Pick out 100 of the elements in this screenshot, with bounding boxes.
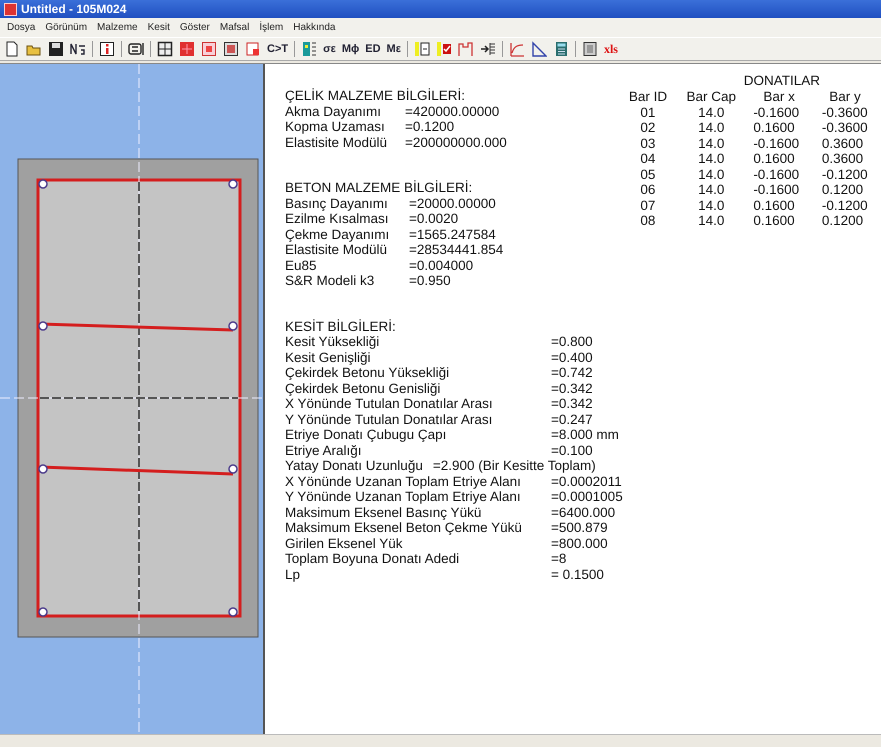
property-label: Girilen Eksenel Yük xyxy=(285,536,404,551)
menu-item[interactable]: Kesit xyxy=(142,20,175,35)
table-cell-text: 14.0 xyxy=(697,136,726,151)
menu-item[interactable]: Göster xyxy=(174,20,215,35)
property-value: =1565.247584 xyxy=(409,226,496,242)
table-cell-text: 03 xyxy=(639,136,656,151)
arrowlist-icon[interactable] xyxy=(480,41,496,57)
toolbar-button[interactable]: ED xyxy=(365,43,381,55)
section-heading: BETON MALZEME BİLGİLERİ: xyxy=(285,180,474,196)
bars-icon[interactable] xyxy=(301,41,318,57)
property-value: =0.100 xyxy=(551,442,593,458)
menu-item[interactable]: Malzeme xyxy=(92,20,143,35)
panel-icon[interactable] xyxy=(582,41,598,57)
menu-item[interactable]: Görünüm xyxy=(40,20,92,35)
property-value: =800.000 xyxy=(551,536,608,551)
table-title: DONATILAR xyxy=(742,73,821,89)
triangle-icon[interactable] xyxy=(530,41,547,57)
menu-item[interactable]: Mafsal xyxy=(214,20,254,35)
new-icon[interactable] xyxy=(4,41,20,57)
property-value: =0.400 xyxy=(551,350,593,365)
property-value: =0.004000 xyxy=(409,258,474,273)
table-cell-text: 08 xyxy=(639,213,656,228)
property-value: =420000.00000 xyxy=(405,104,500,119)
table-cell-text: 14.0 xyxy=(697,166,726,182)
property-label: S&R Modeli k3 xyxy=(285,273,376,288)
toolbar-button[interactable]: σε xyxy=(323,43,336,55)
property-value: =8 xyxy=(551,551,566,566)
menu-item[interactable]: İşlem xyxy=(254,20,288,35)
table-cell-text: -0.1200 xyxy=(820,198,869,213)
redgrid-icon[interactable] xyxy=(179,41,195,57)
property-value: =8.000 mm xyxy=(551,427,619,442)
property-label: Etriye Donatı Çubugu Çapı xyxy=(285,427,448,442)
property-value: =0.342 xyxy=(551,396,593,412)
table-cell-text: 14.0 xyxy=(697,198,726,213)
property-label: Etriye Aralığı xyxy=(285,442,363,458)
excel-export-button[interactable]: xls xyxy=(604,42,618,56)
menu-item[interactable]: Hakkında xyxy=(288,20,340,35)
property-value: =0.950 xyxy=(409,273,451,288)
yellowcheck-icon[interactable] xyxy=(436,41,452,57)
property-value: =28534441.854 xyxy=(409,242,504,258)
table-cell-text: -0.1600 xyxy=(752,182,800,198)
table-cell-text: 04 xyxy=(639,151,656,166)
menu-item[interactable]: Dosya xyxy=(2,20,40,35)
grid-icon[interactable] xyxy=(157,41,173,57)
toolbar-button[interactable]: C>T xyxy=(267,43,288,55)
table-cell-text: -0.1600 xyxy=(752,104,800,120)
window-title: Untitled - 105M024 xyxy=(21,2,126,16)
property-value: =0.247 xyxy=(551,412,593,427)
table-cell-text: 14.0 xyxy=(697,151,726,166)
property-label: Lp xyxy=(285,566,302,582)
table-cell-text: 0.1600 xyxy=(752,151,796,166)
property-label: Maksimum Eksenel Basınç Yükü xyxy=(285,504,482,520)
property-label: Kesit Yüksekliği xyxy=(285,334,380,350)
table-cell-text: 14.0 xyxy=(697,213,726,228)
property-label: Eu85 xyxy=(285,258,318,273)
section-heading: KESİT BİLGİLERİ: xyxy=(285,318,397,334)
table-cell-text: 0.1600 xyxy=(752,213,796,228)
column-header: Bar Cap xyxy=(685,89,738,104)
toolbar-button[interactable]: Mϕ xyxy=(342,43,360,55)
table-cell-text: 0.1200 xyxy=(820,182,864,198)
table-cell-text: 0.1600 xyxy=(752,198,796,213)
save-icon[interactable] xyxy=(48,41,64,57)
property-label: Çekme Dayanımı xyxy=(285,226,390,242)
property-label: Basınç Dayanımı xyxy=(285,196,389,211)
property-value: =0.1200 xyxy=(405,119,454,134)
toolbar-button[interactable]: Mε xyxy=(386,43,401,55)
table-cell-text: 14.0 xyxy=(697,120,726,136)
property-value: =6400.000 xyxy=(551,504,616,520)
column-header: Bar ID xyxy=(628,89,668,104)
property-label: Çekirdek Betonu Genisliği xyxy=(285,380,442,396)
property-label: Toplam Boyuna Donatı Adedi xyxy=(285,551,460,566)
property-value: =0.0002011 xyxy=(551,474,622,489)
steps-icon[interactable] xyxy=(458,41,474,57)
property-label: Elastisite Modülü xyxy=(285,134,388,150)
property-label: Maksimum Eksenel Beton Çekme Yükü xyxy=(285,520,523,536)
property-label: Kopma Uzaması xyxy=(285,119,386,134)
pinkgrid-icon[interactable] xyxy=(201,41,217,57)
table-cell-text: 02 xyxy=(639,120,656,136)
property-label: Y Yönünde Uzanan Toplam Etriye Alanı xyxy=(285,489,522,504)
property-label: Ezilme Kısalması xyxy=(285,211,390,226)
property-value: =200000000.000 xyxy=(405,134,507,150)
table-cell-text: 0.1600 xyxy=(752,120,796,136)
table-cell-text: 14.0 xyxy=(697,182,726,198)
table-cell-text: 05 xyxy=(639,166,656,182)
property-value: =0.0020 xyxy=(409,211,458,226)
table-cell-text: -0.3600 xyxy=(820,120,869,136)
column-header: Bar x xyxy=(762,89,796,104)
property-label: Elastisite Modülü xyxy=(285,242,388,258)
table-cell-text: 07 xyxy=(639,198,656,213)
property-value: =20000.00000 xyxy=(409,196,496,211)
table-cell-text: -0.1600 xyxy=(752,166,800,182)
property-label: X Yönünde Uzanan Toplam Etriye Alanı xyxy=(285,474,522,489)
table-cell-text: -0.1200 xyxy=(820,166,869,182)
curve-icon[interactable] xyxy=(508,41,525,57)
section-heading: ÇELİK MALZEME BİLGİLERİ: xyxy=(285,88,466,104)
info-icon[interactable] xyxy=(99,41,115,57)
table-cell-text: 01 xyxy=(639,104,656,120)
table-cell-text: -0.3600 xyxy=(820,104,869,120)
table-cell-text: 14.0 xyxy=(697,104,726,120)
property-value: =0.0001005 xyxy=(551,489,623,504)
